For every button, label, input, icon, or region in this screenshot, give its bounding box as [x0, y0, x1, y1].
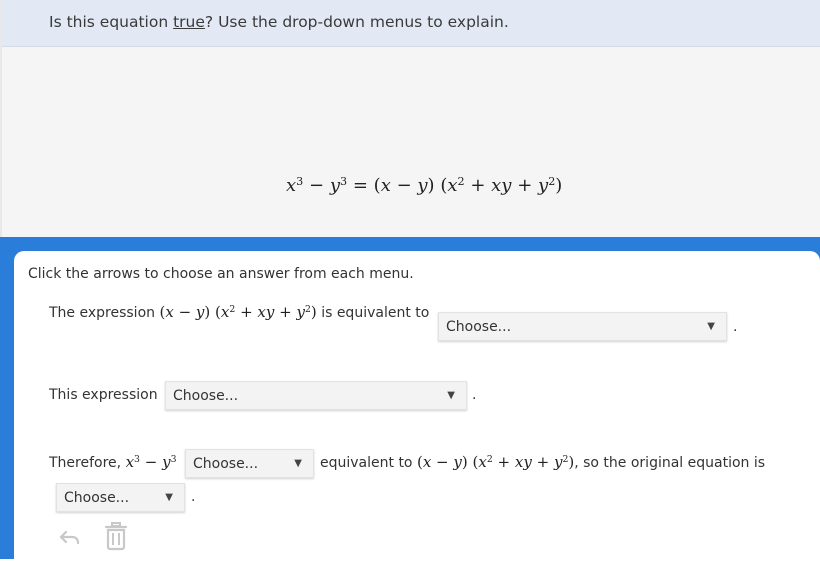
- row3-dropdown2-value: Choose...: [64, 490, 130, 506]
- trash-icon[interactable]: [103, 521, 129, 551]
- row3-lead: Therefore, x3 − y3: [49, 453, 176, 471]
- chevron-down-icon: ▼: [707, 321, 715, 332]
- row3-after: , so the original equation is: [574, 455, 766, 471]
- main-equation: x3 − y3 = (x − y) (x2 + xy + y2): [286, 174, 563, 196]
- row3-math: x3 − y3: [125, 453, 177, 471]
- instructions: Click the arrows to choose an answer fro…: [28, 266, 414, 282]
- question-header: Is this equation true? Use the drop-down…: [2, 0, 820, 47]
- true-underlined-word: true: [173, 13, 205, 31]
- row1-dropdown[interactable]: Choose... ▼: [438, 312, 727, 341]
- chevron-down-icon: ▼: [294, 458, 302, 469]
- row3-math2: (x − y) (x2 + xy + y2): [416, 453, 575, 471]
- row3-before: Therefore,: [49, 455, 122, 471]
- equation-panel: x3 − y3 = (x − y) (x2 + xy + y2): [2, 47, 820, 237]
- question-prompt: Is this equation true? Use the drop-down…: [49, 13, 509, 31]
- row3-dropdown-value: Choose...: [193, 456, 259, 472]
- row1-before: The expression: [49, 305, 156, 321]
- row2-dropdown-value: Choose...: [173, 388, 239, 404]
- row1-statement: The expression (x − y) (x2 + xy + y2) is…: [49, 303, 429, 321]
- undo-icon[interactable]: [57, 523, 83, 551]
- row1-period: .: [733, 319, 738, 335]
- row2-dropdown[interactable]: Choose... ▼: [165, 381, 467, 410]
- row1-math: (x − y) (x2 + xy + y2): [159, 303, 317, 321]
- chevron-down-icon: ▼: [165, 492, 173, 503]
- row1-dropdown-value: Choose...: [446, 319, 512, 335]
- row3-middle: equivalent to: [320, 455, 413, 471]
- answer-card: Click the arrows to choose an answer fro…: [14, 251, 820, 581]
- row3-period: .: [191, 489, 196, 505]
- row1-after: is equivalent to: [321, 305, 430, 321]
- chevron-down-icon: ▼: [447, 390, 455, 401]
- row2-period: .: [472, 387, 477, 403]
- answer-area: Click the arrows to choose an answer fro…: [0, 237, 820, 581]
- row3-dropdown2[interactable]: Choose... ▼: [56, 483, 185, 512]
- row3-tail: equivalent to (x − y) (x2 + xy + y2), so…: [320, 453, 765, 471]
- row2-before: This expression: [49, 387, 158, 403]
- row3-dropdown[interactable]: Choose... ▼: [185, 449, 314, 478]
- row2-statement: This expression: [49, 387, 158, 403]
